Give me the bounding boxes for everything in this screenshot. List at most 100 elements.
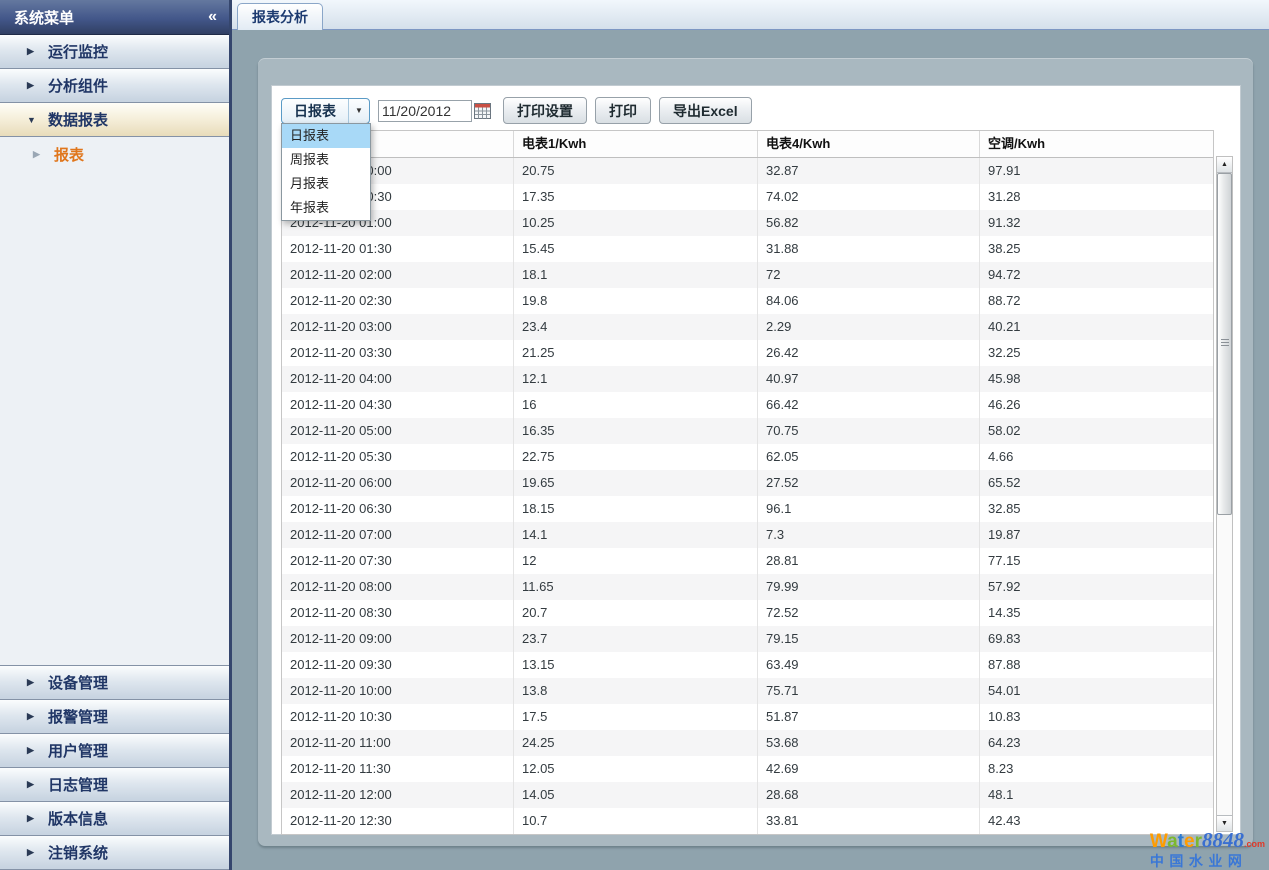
table-cell: 33.81 [758, 808, 980, 834]
sidebar-item-label: 设备管理 [48, 672, 108, 693]
table-cell: 40.21 [980, 314, 1213, 340]
table-row[interactable]: 2012-11-20 07:0014.17.319.87 [282, 522, 1213, 548]
chevron-right-icon: ▶ [27, 745, 37, 756]
table-row[interactable]: 2012-11-20 03:0023.42.2940.21 [282, 314, 1213, 340]
report-type-value: 日报表 [282, 101, 348, 121]
table-row[interactable]: 2012-11-20 04:301666.4246.26 [282, 392, 1213, 418]
table-cell: 65.52 [980, 470, 1213, 496]
table-cell: 62.05 [758, 444, 980, 470]
chevron-down-icon: ▼ [27, 115, 37, 125]
table-row[interactable]: 2012-11-20 08:3020.772.5214.35 [282, 600, 1213, 626]
table-row[interactable]: 2012-11-20 06:3018.1596.132.85 [282, 496, 1213, 522]
sidebar-item[interactable]: ▶设备管理 [0, 666, 229, 700]
sidebar-item[interactable]: ▶版本信息 [0, 802, 229, 836]
table-cell: 69.83 [980, 626, 1213, 652]
watermark-letter: e [1184, 831, 1195, 852]
table-row[interactable]: 2012-11-20 07:301228.8177.15 [282, 548, 1213, 574]
export-excel-button[interactable]: 导出Excel [659, 97, 752, 124]
table-cell: 58.02 [980, 418, 1213, 444]
table-row[interactable]: 2012-11-20 12:0014.0528.6848.1 [282, 782, 1213, 808]
scrollbar-thumb[interactable] [1217, 173, 1232, 515]
table-row[interactable]: 2012-11-20 04:0012.140.9745.98 [282, 366, 1213, 392]
tab-bar: 报表分析 [232, 0, 1269, 30]
table-row[interactable]: 2012-11-20 09:0023.779.1569.83 [282, 626, 1213, 652]
table-cell: 94.72 [980, 262, 1213, 288]
print-settings-button[interactable]: 打印设置 [503, 97, 587, 124]
table-cell: 2.29 [758, 314, 980, 340]
table-row[interactable]: 2012-11-20 02:3019.884.0688.72 [282, 288, 1213, 314]
table-cell: 20.7 [514, 600, 758, 626]
dropdown-option[interactable]: 年报表 [282, 196, 370, 220]
table-cell: 32.85 [980, 496, 1213, 522]
table-row[interactable]: 2012-11-20 12:3010.733.8142.43 [282, 808, 1213, 834]
table-row[interactable]: 2012-11-20 09:3013.1563.4987.88 [282, 652, 1213, 678]
table-cell: 21.25 [514, 340, 758, 366]
table-cell: 72.52 [758, 600, 980, 626]
table-row[interactable]: 2012-11-20 10:3017.551.8710.83 [282, 704, 1213, 730]
sidebar-item[interactable]: ▶用户管理 [0, 734, 229, 768]
table-cell: 28.81 [758, 548, 980, 574]
table-cell: 51.87 [758, 704, 980, 730]
table-row[interactable]: 2012-11-20 06:0019.6527.5265.52 [282, 470, 1213, 496]
sidebar-item-run-monitor[interactable]: ▶ 运行监控 [0, 35, 229, 69]
dropdown-option[interactable]: 周报表 [282, 148, 370, 172]
table-cell: 2012-11-20 10:30 [282, 704, 514, 730]
table-cell: 10.7 [514, 808, 758, 834]
table-row[interactable]: 2012-11-20 01:3015.4531.8838.25 [282, 236, 1213, 262]
tab-report-analysis[interactable]: 报表分析 [237, 3, 323, 30]
print-button[interactable]: 打印 [595, 97, 651, 124]
table-cell: 56.82 [758, 210, 980, 236]
table-cell: 18.1 [514, 262, 758, 288]
table-cell: 75.71 [758, 678, 980, 704]
table-cell: 2012-11-20 08:30 [282, 600, 514, 626]
sidebar-item-label: 数据报表 [48, 109, 108, 130]
table-row[interactable]: 2012-11-20 11:0024.2553.6864.23 [282, 730, 1213, 756]
table-row[interactable]: 2012-11-20 11:3012.0542.698.23 [282, 756, 1213, 782]
table-row[interactable]: 2012-11-20 02:0018.17294.72 [282, 262, 1213, 288]
table-row[interactable]: 2012-11-20 10:0013.875.7154.01 [282, 678, 1213, 704]
table-cell: 18.15 [514, 496, 758, 522]
sidebar-subitem-report[interactable]: ▶ 报表 [0, 137, 229, 171]
scroll-up-button[interactable]: ▲ [1217, 157, 1232, 173]
table-cell: 22.75 [514, 444, 758, 470]
table-cell: 19.65 [514, 470, 758, 496]
table-cell: 63.49 [758, 652, 980, 678]
table-cell: 19.8 [514, 288, 758, 314]
report-type-select[interactable]: 日报表 ▼ [281, 98, 370, 124]
table-body: 2012-11-20 00:0020.7532.8797.912012-11-2… [282, 158, 1213, 834]
table-row[interactable]: 2012-11-20 05:3022.7562.054.66 [282, 444, 1213, 470]
sidebar-title: 系统菜单 [14, 7, 208, 28]
table-row[interactable]: 2012-11-20 03:3021.2526.4232.25 [282, 340, 1213, 366]
sidebar-item-label: 分析组件 [48, 75, 108, 96]
table-cell: 2012-11-20 11:30 [282, 756, 514, 782]
table-row[interactable]: 2012-11-20 08:0011.6579.9957.92 [282, 574, 1213, 600]
sidebar: 系统菜单 « ▶ 运行监控 ▶ 分析组件 ▼ 数据报表 ▶ 报表 ▶设备管理▶报… [0, 0, 232, 870]
sidebar-subitem-label: 报表 [54, 144, 84, 165]
table-row[interactable]: 2012-11-20 05:0016.3570.7558.02 [282, 418, 1213, 444]
sidebar-item-data-reports[interactable]: ▼ 数据报表 [0, 103, 229, 137]
chevron-right-icon: ▶ [33, 149, 43, 160]
table-row[interactable]: 2012-11-20 00:0020.7532.8797.91 [282, 158, 1213, 184]
dropdown-option[interactable]: 月报表 [282, 172, 370, 196]
table-cell: 2012-11-20 08:00 [282, 574, 514, 600]
table-cell: 27.52 [758, 470, 980, 496]
sidebar-item[interactable]: ▶注销系统 [0, 836, 229, 870]
calendar-icon[interactable] [474, 101, 495, 120]
sidebar-item-analysis-components[interactable]: ▶ 分析组件 [0, 69, 229, 103]
date-input[interactable] [378, 100, 472, 122]
table-cell: 19.87 [980, 522, 1213, 548]
sidebar-item[interactable]: ▶日志管理 [0, 768, 229, 802]
table-cell: 12 [514, 548, 758, 574]
table-cell: 46.26 [980, 392, 1213, 418]
report-panel: 日报表 ▼ [258, 58, 1253, 846]
vertical-scrollbar[interactable]: ▲ ▼ [1216, 156, 1233, 832]
date-picker [378, 100, 495, 122]
dropdown-option[interactable]: 日报表 [282, 124, 370, 148]
table-cell: 17.5 [514, 704, 758, 730]
table-row[interactable]: 2012-11-20 00:3017.3574.0231.28 [282, 184, 1213, 210]
sidebar-item[interactable]: ▶报警管理 [0, 700, 229, 734]
collapse-sidebar-icon[interactable]: « [208, 8, 217, 26]
table-cell: 14.05 [514, 782, 758, 808]
table-cell: 96.1 [758, 496, 980, 522]
table-row[interactable]: 2012-11-20 01:0010.2556.8291.32 [282, 210, 1213, 236]
